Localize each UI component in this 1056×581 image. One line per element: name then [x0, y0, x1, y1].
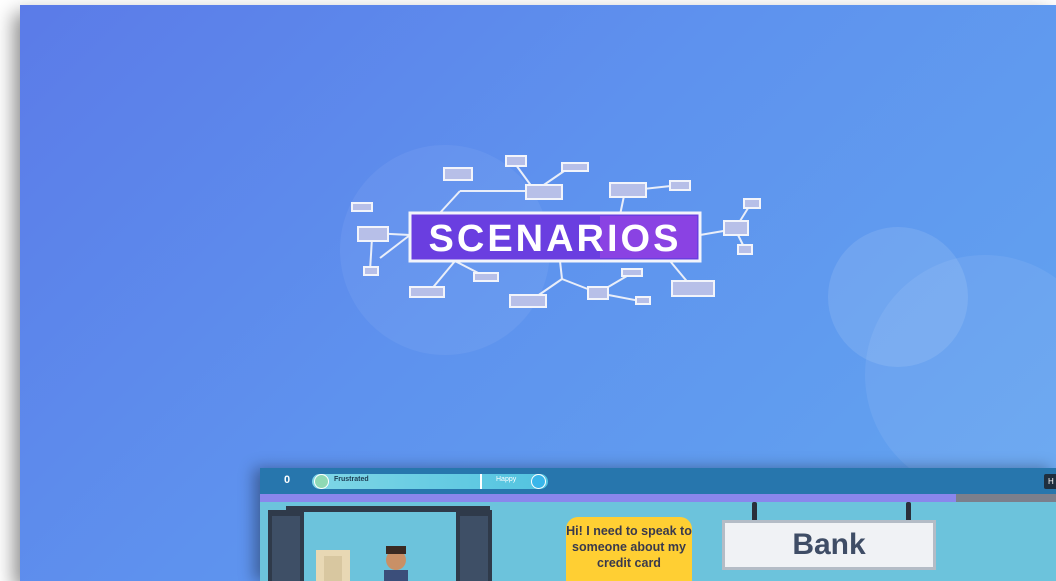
game-preview-window: 0 Frustrated Happy H Hi! I need to speak… — [260, 468, 1056, 581]
help-button[interactable]: H — [1044, 474, 1056, 489]
meter-left-label: Frustrated — [334, 476, 369, 483]
mood-meter: Frustrated Happy — [312, 474, 548, 489]
meter-right-label: Happy — [496, 476, 517, 483]
scenarios-mindmap-logo: SCENARIOS — [351, 155, 761, 308]
progress-strip-end — [956, 494, 1056, 502]
customer-speech-bubble: Hi! I need to speak to someone about my … — [566, 517, 692, 581]
bank-teller-window-illustration — [268, 506, 492, 581]
logo-text: SCENARIOS — [429, 218, 682, 260]
game-status-bar: 0 Frustrated Happy H — [260, 468, 1056, 494]
bank-sign: Bank — [722, 520, 936, 570]
meter-divider — [480, 474, 482, 489]
check-icon — [531, 474, 546, 489]
frown-icon — [314, 474, 329, 489]
progress-strip — [260, 494, 1056, 502]
score-value: 0 — [284, 474, 291, 486]
